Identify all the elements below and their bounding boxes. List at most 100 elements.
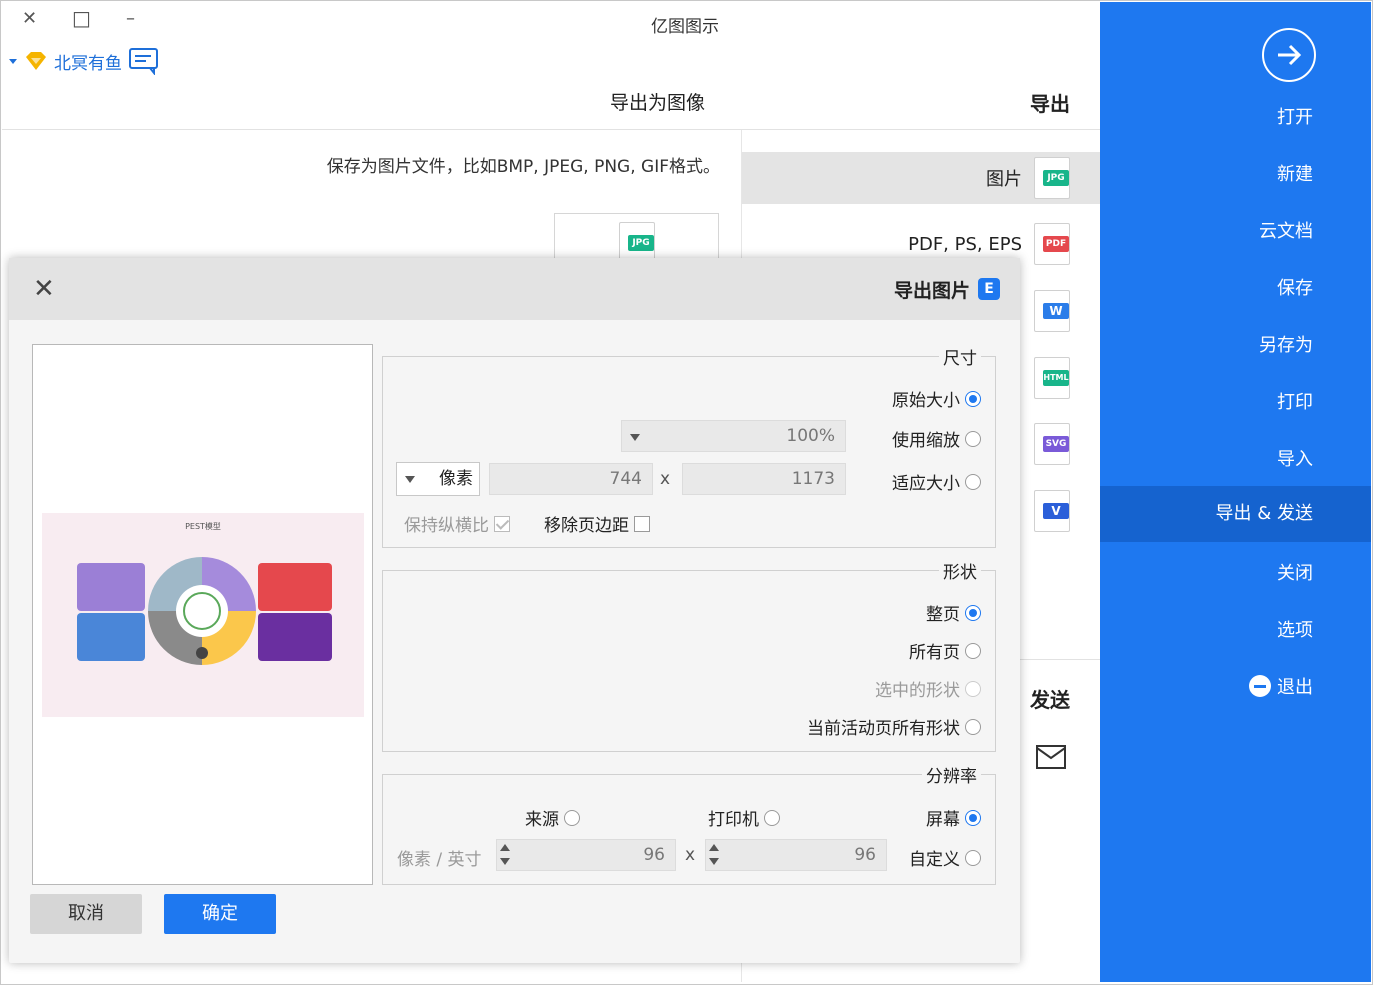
sidebar-item-save[interactable]: 保存: [1100, 261, 1371, 317]
size-group-label: 尺寸: [939, 344, 981, 369]
maximize-window-button[interactable]: □: [72, 6, 91, 30]
chevron-down-icon: [630, 434, 640, 441]
sidebar-item-export-send[interactable]: 导出 & 发送: [1100, 486, 1371, 542]
shape-group-label: 形状: [939, 558, 981, 583]
pest-diagram-graphic: [77, 557, 332, 665]
sidebar-item-print[interactable]: 打印: [1100, 375, 1371, 431]
resolution-custom-option[interactable]: 自定义: [909, 845, 981, 870]
sidebar-item-import[interactable]: 导入: [1100, 432, 1371, 488]
size-unit-select[interactable]: 像素: [396, 462, 480, 496]
resolution-screen-label: 屏幕: [926, 810, 960, 830]
export-image-dialog: E 导出图片 ✕ PEST模型 尺寸 原始大小 100% 使用缩放 1173 x…: [9, 258, 1020, 963]
visio-file-icon: V: [1034, 490, 1070, 532]
size-original-label: 原始大小: [892, 391, 960, 411]
user-area[interactable]: 北冥有鱼: [8, 46, 160, 76]
keep-ratio-checkbox: [494, 515, 510, 532]
size-fit-radio[interactable]: [965, 473, 981, 490]
resolution-x-separator: x: [685, 845, 696, 865]
shape-selected-option: 选中的形状: [875, 676, 981, 701]
dialog-title: 导出图片: [893, 280, 970, 302]
size-fit-option[interactable]: 适应大小: [892, 469, 981, 494]
shape-all-pages-radio[interactable]: [965, 642, 981, 659]
chevron-down-icon[interactable]: [8, 56, 18, 66]
app-logo-icon: E: [978, 278, 1000, 300]
resolution-group-label: 分辨率: [922, 762, 981, 787]
format-tag: V: [1043, 503, 1069, 519]
back-button[interactable]: [1262, 28, 1316, 82]
message-icon[interactable]: [128, 47, 160, 75]
dpi-x-stepper: [708, 840, 720, 870]
header-divider: [2, 129, 1100, 130]
shape-group: 形状 整页 所有页 选中的形状 当前活动页所有形状: [382, 558, 996, 752]
exit-icon: [1249, 675, 1271, 697]
sidebar: 打开 新建 云文档 保存 另存为 打印 导入 导出 & 发送 关闭 选项 退出: [1100, 2, 1371, 982]
resolution-source-option[interactable]: 来源: [525, 805, 580, 830]
size-original-option[interactable]: 原始大小: [892, 386, 981, 411]
width-input: 1173: [682, 463, 846, 495]
svg-file-icon: SVG: [1034, 423, 1070, 465]
sidebar-item-options[interactable]: 选项: [1100, 603, 1371, 659]
resolution-printer-option[interactable]: 打印机: [708, 805, 780, 830]
format-item-label: 图片: [986, 169, 1022, 190]
zoom-select: 100%: [621, 420, 846, 452]
remove-margin-option[interactable]: 移除页边距: [544, 511, 650, 536]
remove-margin-checkbox[interactable]: [634, 515, 650, 532]
shape-whole-page-radio[interactable]: [965, 604, 981, 621]
resolution-screen-option[interactable]: 屏幕: [926, 805, 981, 830]
sidebar-item-save-as[interactable]: 另存为: [1100, 318, 1371, 374]
shape-selected-radio: [965, 680, 981, 697]
app-title: 亿图图示: [651, 17, 719, 37]
resolution-unit-label: 像素 / 英寸: [397, 850, 482, 870]
format-tag: HTML: [1043, 370, 1069, 386]
keep-ratio-label: 保持纵横比: [404, 516, 489, 536]
resolution-screen-radio[interactable]: [965, 809, 981, 826]
close-window-button[interactable]: ✕: [22, 8, 37, 29]
resolution-custom-label: 自定义: [909, 850, 960, 870]
dialog-header: [9, 258, 1020, 320]
size-x-separator: x: [660, 469, 671, 489]
format-item-label: PDF, PS, EPS: [908, 233, 1022, 255]
resolution-source-radio[interactable]: [564, 809, 580, 826]
size-fit-label: 适应大小: [892, 474, 960, 494]
shape-current-all-label: 当前活动页所有形状: [807, 719, 960, 739]
size-zoom-option[interactable]: 使用缩放: [892, 426, 981, 451]
preview-panel: PEST模型: [32, 344, 373, 885]
mail-icon[interactable]: [1034, 742, 1068, 772]
resolution-printer-radio[interactable]: [764, 809, 780, 826]
shape-current-all-option[interactable]: 当前活动页所有形状: [807, 714, 981, 739]
dialog-close-icon[interactable]: ✕: [33, 274, 55, 304]
sidebar-item-new[interactable]: 新建: [1100, 147, 1371, 203]
word-file-icon: W: [1034, 290, 1070, 332]
chevron-down-icon: [405, 476, 415, 483]
format-tag: SVG: [1043, 436, 1069, 452]
sidebar-item-cloud[interactable]: 云文档: [1100, 204, 1371, 260]
pdf-file-icon: PDF: [1034, 223, 1070, 265]
shape-selected-label: 选中的形状: [875, 681, 960, 701]
sidebar-item-exit[interactable]: 退出: [1100, 660, 1371, 716]
size-original-radio[interactable]: [965, 390, 981, 407]
format-item-image[interactable]: 图片 JPG: [742, 152, 1100, 204]
format-tag: W: [1043, 303, 1069, 319]
resolution-group: 分辨率 屏幕 打印机 来源 自定义 96 x 96 像素 / 英寸: [382, 762, 996, 885]
sidebar-item-close[interactable]: 关闭: [1100, 546, 1371, 602]
shape-all-pages-option[interactable]: 所有页: [909, 638, 981, 663]
sidebar-item-open[interactable]: 打开: [1100, 90, 1371, 146]
size-zoom-radio[interactable]: [965, 430, 981, 447]
shape-whole-page-option[interactable]: 整页: [926, 600, 981, 625]
size-zoom-label: 使用缩放: [892, 431, 960, 451]
resolution-printer-label: 打印机: [708, 810, 759, 830]
minimize-window-button[interactable]: –: [126, 8, 135, 29]
send-divider: [1020, 659, 1100, 660]
resolution-custom-radio[interactable]: [965, 849, 981, 866]
cancel-button[interactable]: 取消: [30, 894, 142, 934]
vip-diamond-icon: [26, 52, 46, 70]
dpi-x-input: 96: [705, 839, 887, 871]
format-tag: JPG: [1043, 170, 1069, 186]
shape-current-all-radio[interactable]: [965, 718, 981, 735]
height-input: 744: [489, 463, 653, 495]
arrow-right-icon: [1278, 44, 1302, 66]
user-name[interactable]: 北冥有鱼: [54, 49, 122, 74]
ok-button[interactable]: 确定: [164, 894, 276, 934]
jpg-file-icon: JPG: [1034, 157, 1070, 199]
shape-whole-page-label: 整页: [926, 605, 960, 625]
